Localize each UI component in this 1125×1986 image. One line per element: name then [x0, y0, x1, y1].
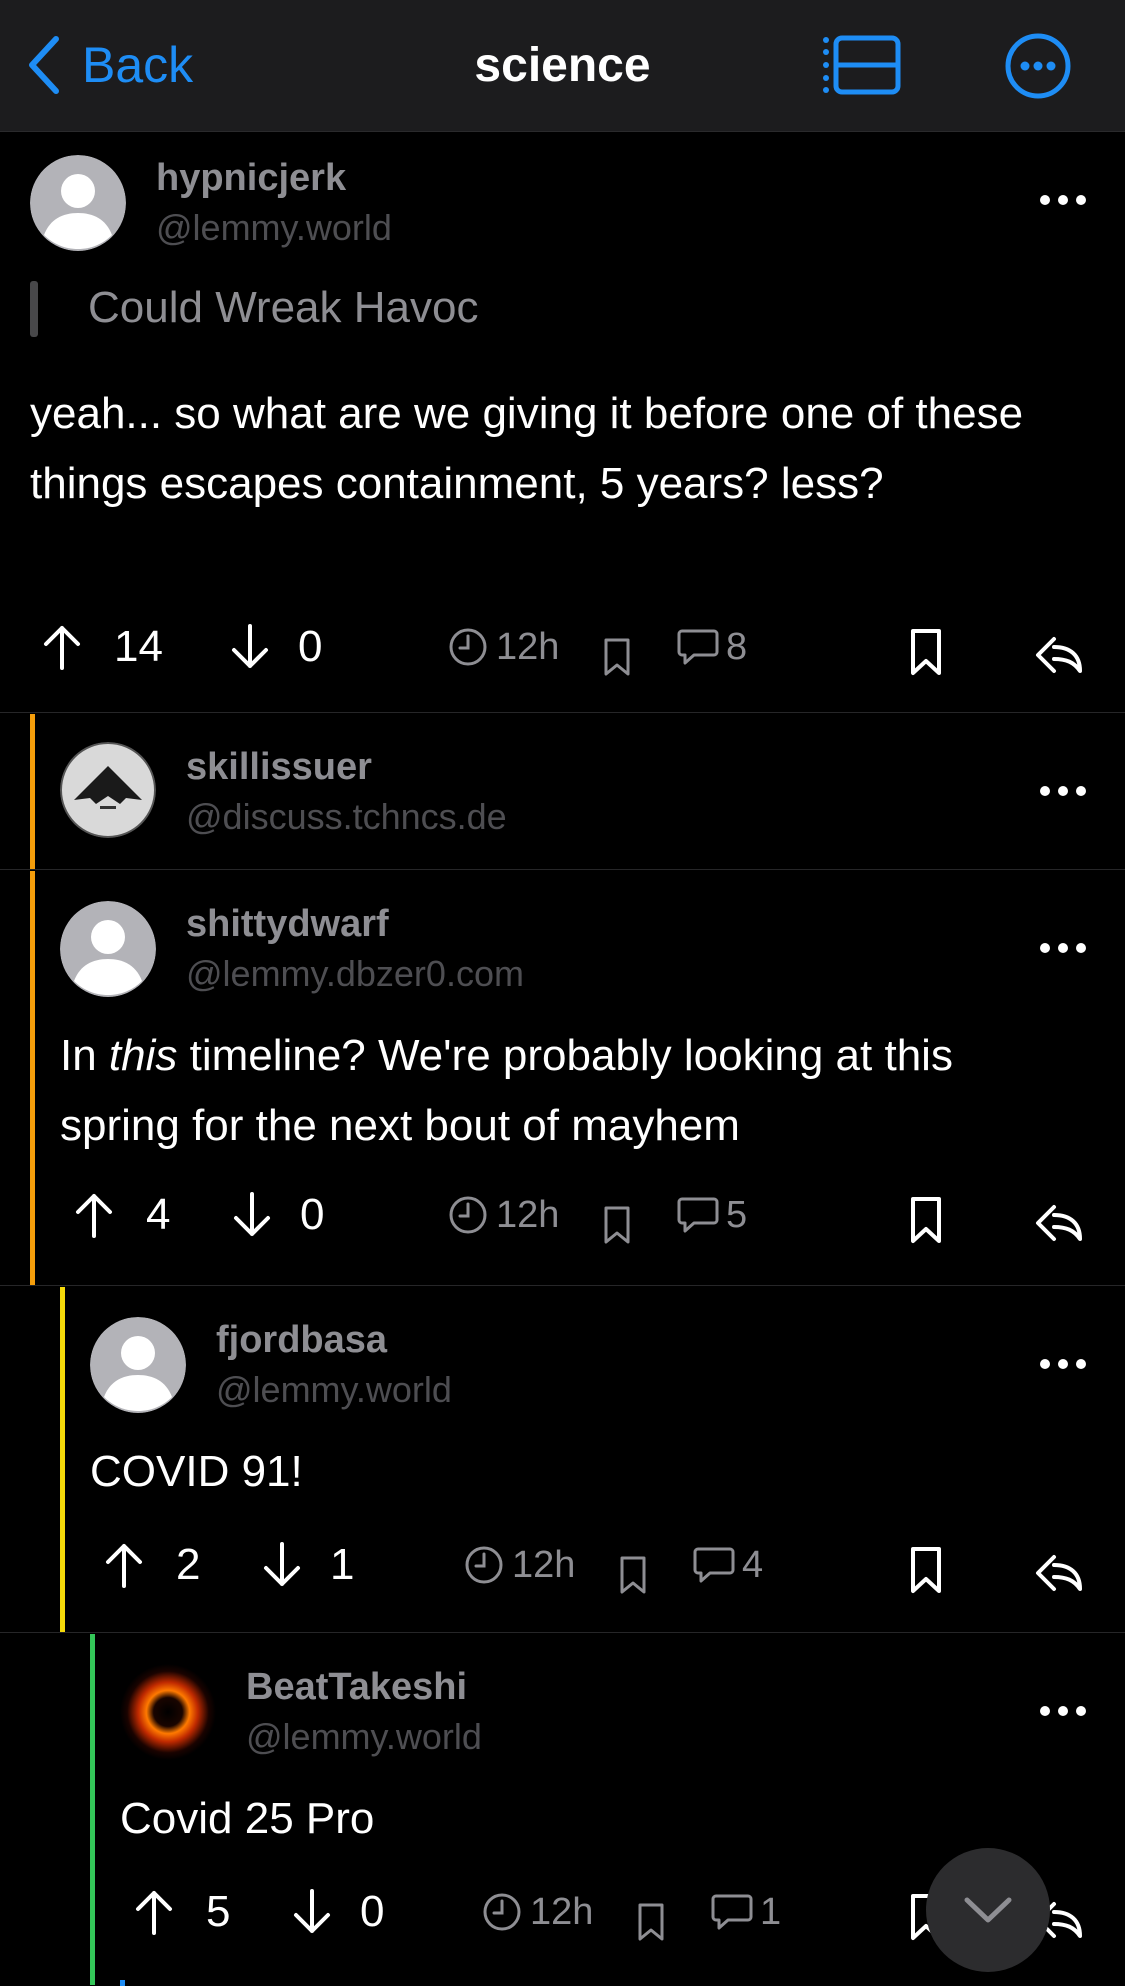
- avatar[interactable]: [90, 1317, 186, 1413]
- clock-icon: [464, 1545, 504, 1585]
- downvote-icon: [232, 1190, 272, 1240]
- instance-name: @lemmy.world: [156, 207, 392, 248]
- avatar[interactable]: [60, 742, 156, 838]
- save-icon[interactable]: [908, 1190, 944, 1250]
- upvote-icon: [134, 1887, 174, 1937]
- comment: shittydwarf @lemmy.dbzer0.com In this ti…: [0, 871, 1125, 1286]
- clock-icon: [448, 627, 488, 667]
- downvote-count: 0: [360, 1887, 385, 1936]
- reply-icon[interactable]: [1034, 1543, 1084, 1603]
- instance-name: @lemmy.world: [246, 1716, 482, 1757]
- downvote-button[interactable]: 1: [262, 1535, 354, 1595]
- comment-age: 12h: [482, 1882, 593, 1942]
- upvote-count: 14: [114, 622, 163, 671]
- reply-count-icon: [692, 1545, 736, 1585]
- action-bar: 2 1 12h 4: [0, 1535, 1125, 1595]
- username[interactable]: shittydwarf: [186, 903, 389, 946]
- reply-count-icon: [710, 1892, 754, 1932]
- depth-indicator-next: [120, 1980, 125, 1986]
- upvote-count: 2: [176, 1540, 201, 1589]
- reply-icon[interactable]: [1034, 1193, 1084, 1253]
- quote-bar: [30, 281, 38, 337]
- username[interactable]: fjordbasa: [216, 1319, 387, 1362]
- upvote-count: 5: [206, 1887, 231, 1936]
- comment: hypnicjerk @lemmy.world Could Wreak Havo…: [0, 133, 1125, 713]
- comment: fjordbasa @lemmy.world COVID 91! 2 1 12h…: [0, 1287, 1125, 1633]
- downvote-button[interactable]: 0: [232, 1185, 324, 1245]
- avatar[interactable]: [30, 155, 126, 251]
- reply-count-icon: [676, 627, 720, 667]
- comment-body: COVID 91!: [90, 1447, 303, 1496]
- upvote-icon: [104, 1540, 144, 1590]
- more-options-icon[interactable]: [1039, 1357, 1087, 1371]
- more-options-icon[interactable]: [1039, 193, 1087, 207]
- comment-body: yeah... so what are we giving it before …: [30, 389, 1024, 508]
- upvote-icon: [42, 622, 82, 672]
- avatar[interactable]: [120, 1664, 216, 1760]
- clock-icon: [448, 1195, 488, 1235]
- upvote-icon: [74, 1190, 114, 1240]
- scroll-down-icon: [964, 1897, 1012, 1923]
- reply-icon[interactable]: [1034, 625, 1084, 685]
- upvote-count: 4: [146, 1190, 171, 1239]
- upvote-button[interactable]: 4: [74, 1185, 170, 1245]
- comment-body: Covid 25 Pro: [120, 1794, 375, 1843]
- upvote-button[interactable]: 2: [104, 1535, 200, 1595]
- upvote-button[interactable]: 5: [134, 1882, 230, 1942]
- comment-body: In this timeline? We're probably looking…: [60, 1031, 953, 1150]
- downvote-button[interactable]: 0: [230, 617, 322, 677]
- bookmark-small-icon: [618, 1545, 648, 1605]
- depth-indicator: [30, 714, 35, 869]
- reply-count: 4: [692, 1535, 763, 1595]
- clock-icon: [482, 1892, 522, 1932]
- action-bar: 4 0 12h 5: [0, 1185, 1125, 1245]
- reply-count: 8: [676, 617, 747, 677]
- save-icon[interactable]: [908, 622, 944, 682]
- reply-count-icon: [676, 1195, 720, 1235]
- bookmark-small-icon: [636, 1892, 666, 1952]
- action-bar: 14 0 12h 8: [0, 617, 1125, 677]
- comment-age: 12h: [448, 1185, 559, 1245]
- more-circle-icon[interactable]: [1004, 32, 1072, 100]
- downvote-icon: [230, 622, 270, 672]
- username[interactable]: skillissuer: [186, 746, 372, 789]
- comment-age: 12h: [448, 617, 559, 677]
- list-icon[interactable]: [822, 32, 902, 98]
- nav-bar: Back science: [0, 0, 1125, 132]
- downvote-icon: [262, 1540, 302, 1590]
- downvote-button[interactable]: 0: [292, 1882, 384, 1942]
- more-options-icon[interactable]: [1039, 784, 1087, 798]
- reply-count: 5: [676, 1185, 747, 1245]
- instance-name: @lemmy.dbzer0.com: [186, 953, 524, 994]
- downvote-icon: [292, 1887, 332, 1937]
- downvote-count: 0: [298, 622, 323, 671]
- downvote-count: 0: [300, 1190, 325, 1239]
- page-title: science: [474, 39, 651, 92]
- save-icon[interactable]: [908, 1540, 944, 1600]
- comment-age: 12h: [464, 1535, 575, 1595]
- bookmark-small-icon: [602, 1195, 632, 1255]
- username[interactable]: hypnicjerk: [156, 157, 346, 200]
- more-options-icon[interactable]: [1039, 941, 1087, 955]
- upvote-button[interactable]: 14: [42, 617, 163, 677]
- username[interactable]: BeatTakeshi: [246, 1666, 467, 1709]
- more-options-icon[interactable]: [1039, 1704, 1087, 1718]
- scroll-down-button[interactable]: [926, 1848, 1050, 1972]
- bookmark-small-icon: [602, 627, 632, 687]
- downvote-count: 1: [330, 1540, 355, 1589]
- avatar[interactable]: [60, 901, 156, 997]
- comment: skillissuer @discuss.tchncs.de: [0, 714, 1125, 870]
- reply-count: 1: [710, 1882, 781, 1942]
- instance-name: @lemmy.world: [216, 1369, 452, 1410]
- instance-name: @discuss.tchncs.de: [186, 796, 507, 837]
- quoted-title: Could Wreak Havoc: [88, 283, 479, 332]
